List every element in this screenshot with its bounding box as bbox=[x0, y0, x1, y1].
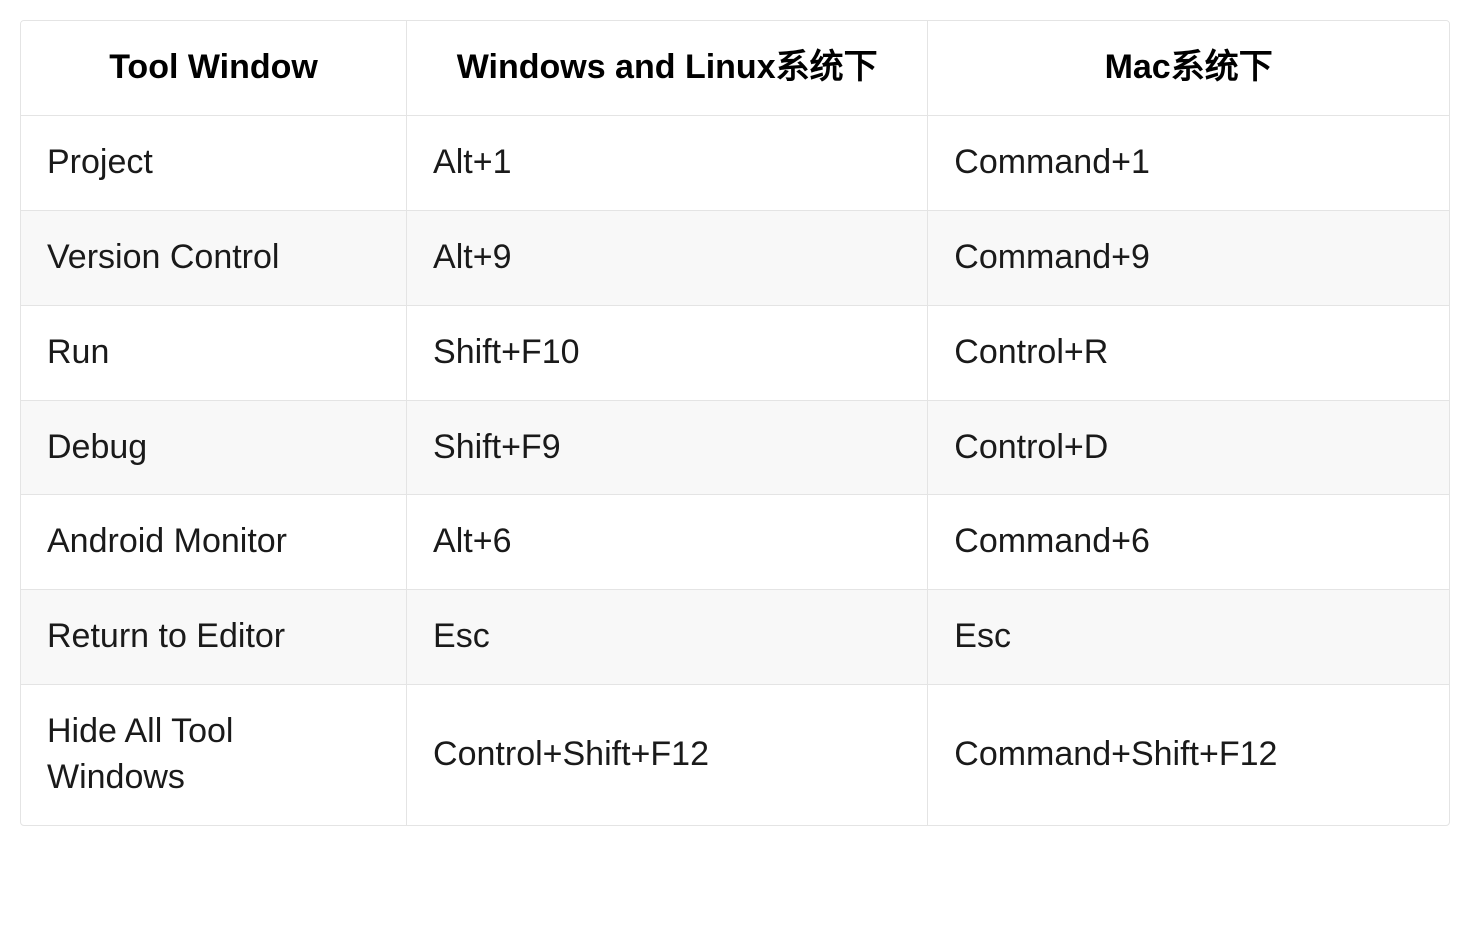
table-row: Android Monitor Alt+6 Command+6 bbox=[21, 495, 1449, 590]
header-tool-window: Tool Window bbox=[21, 21, 407, 115]
cell-mac: Command+Shift+F12 bbox=[928, 685, 1449, 825]
cell-mac: Command+6 bbox=[928, 495, 1449, 590]
table-row: Version Control Alt+9 Command+9 bbox=[21, 210, 1449, 305]
header-win-linux: Windows and Linux系统下 bbox=[407, 21, 928, 115]
cell-mac: Control+R bbox=[928, 305, 1449, 400]
cell-mac: Command+1 bbox=[928, 115, 1449, 210]
table-row: Return to Editor Esc Esc bbox=[21, 590, 1449, 685]
cell-mac: Control+D bbox=[928, 400, 1449, 495]
table-row: Debug Shift+F9 Control+D bbox=[21, 400, 1449, 495]
shortcuts-table-wrap: Tool Window Windows and Linux系统下 Mac系统下 … bbox=[20, 20, 1450, 826]
shortcuts-table: Tool Window Windows and Linux系统下 Mac系统下 … bbox=[21, 21, 1449, 825]
cell-tool-window: Version Control bbox=[21, 210, 407, 305]
cell-tool-window: Project bbox=[21, 115, 407, 210]
table-row: Run Shift+F10 Control+R bbox=[21, 305, 1449, 400]
cell-tool-window: Hide All Tool Windows bbox=[21, 685, 407, 825]
cell-win-linux: Shift+F9 bbox=[407, 400, 928, 495]
table-header-row: Tool Window Windows and Linux系统下 Mac系统下 bbox=[21, 21, 1449, 115]
cell-win-linux: Esc bbox=[407, 590, 928, 685]
cell-tool-window: Run bbox=[21, 305, 407, 400]
header-mac: Mac系统下 bbox=[928, 21, 1449, 115]
table-row: Project Alt+1 Command+1 bbox=[21, 115, 1449, 210]
cell-tool-window: Android Monitor bbox=[21, 495, 407, 590]
cell-win-linux: Control+Shift+F12 bbox=[407, 685, 928, 825]
cell-win-linux: Alt+9 bbox=[407, 210, 928, 305]
cell-mac: Esc bbox=[928, 590, 1449, 685]
cell-win-linux: Shift+F10 bbox=[407, 305, 928, 400]
cell-win-linux: Alt+1 bbox=[407, 115, 928, 210]
table-row: Hide All Tool Windows Control+Shift+F12 … bbox=[21, 685, 1449, 825]
cell-mac: Command+9 bbox=[928, 210, 1449, 305]
cell-tool-window: Return to Editor bbox=[21, 590, 407, 685]
cell-tool-window: Debug bbox=[21, 400, 407, 495]
cell-win-linux: Alt+6 bbox=[407, 495, 928, 590]
